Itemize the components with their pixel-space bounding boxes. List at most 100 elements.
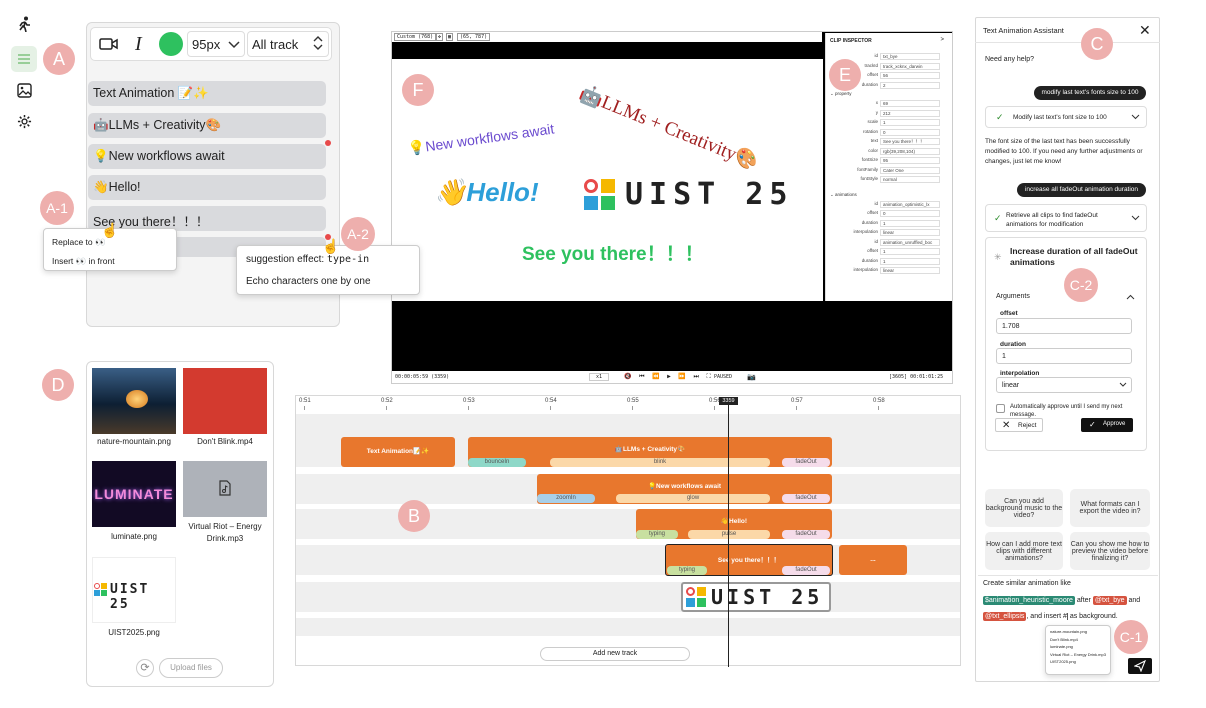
- preview-uist-text[interactable]: UIST 25: [625, 177, 793, 212]
- anim-zoom[interactable]: zoomIn: [537, 494, 595, 503]
- inspector-value[interactable]: normal: [880, 176, 940, 183]
- media-thumb-uist[interactable]: UIST 25: [92, 557, 176, 623]
- inspector-section-header[interactable]: ⌄ animations: [830, 192, 857, 198]
- font-size-select[interactable]: 95px: [187, 31, 245, 57]
- chevron-down-icon[interactable]: [1131, 114, 1140, 122]
- inspector-value[interactable]: 212: [880, 109, 940, 117]
- preview-canvas[interactable]: 🤖LLMs + Creativity🎨 💡New workflows await…: [392, 59, 823, 301]
- grid-tool-icon[interactable]: ▦: [446, 33, 454, 41]
- chip-txt-ellipsis[interactable]: @txt_ellipsis: [983, 612, 1027, 621]
- media-thumb-audio[interactable]: [183, 461, 267, 517]
- anim-typing[interactable]: typing: [667, 566, 707, 575]
- media-thumb-blink[interactable]: [183, 368, 267, 434]
- color-swatch-button[interactable]: [159, 32, 183, 56]
- playback-controls-icon[interactable]: 🔇 ⏮ ⏪ ▶ ⏩ ⏭ ⛶: [624, 373, 713, 381]
- inspector-value[interactable]: track_xcknx_darwin: [880, 62, 940, 70]
- inspector-value[interactable]: linear: [880, 229, 940, 236]
- clip-ellipsis[interactable]: ...: [839, 545, 907, 575]
- chevron-up-icon[interactable]: [1126, 291, 1135, 303]
- suggestion-chip[interactable]: What formats can I export the video in?: [1070, 489, 1150, 527]
- clip-uist-image[interactable]: UIST 25: [681, 582, 831, 612]
- resolution-select[interactable]: Custom (768): [394, 33, 437, 41]
- preview-uist-logo-icon[interactable]: [584, 179, 616, 211]
- text-list-item[interactable]: 👋Hello!: [88, 175, 326, 200]
- menu-icon[interactable]: [11, 46, 37, 72]
- anim-fadeout[interactable]: fadeOut: [782, 494, 830, 503]
- chip-animation[interactable]: $animation_heuristic_moore: [983, 596, 1075, 605]
- reject-button[interactable]: ✕ Reject: [995, 418, 1043, 432]
- text-list-item[interactable]: 🤖LLMs + Creativity🎨: [88, 113, 326, 138]
- suggestion-dot[interactable]: [325, 140, 331, 146]
- approve-button[interactable]: ✓ Approve: [1081, 418, 1133, 432]
- replace-menu-item[interactable]: Replace to 👀: [52, 237, 106, 248]
- timeline-track[interactable]: [296, 618, 960, 636]
- suggestion-chip[interactable]: Can you add background music to the vide…: [985, 489, 1063, 527]
- timeline-track[interactable]: [296, 509, 960, 539]
- upload-files-button[interactable]: Upload files: [159, 658, 223, 678]
- anim-blink[interactable]: blink: [550, 458, 770, 467]
- inspector-value[interactable]: 2: [880, 81, 940, 89]
- refresh-icon[interactable]: ⟳: [136, 659, 154, 677]
- mention-option[interactable]: nature-mountain.png: [1050, 628, 1106, 636]
- inspector-value[interactable]: Cater One: [880, 166, 940, 174]
- suggestion-chip[interactable]: How can I add more text clips with diffe…: [985, 532, 1063, 570]
- offset-input[interactable]: 1.708: [996, 318, 1132, 334]
- inspector-value[interactable]: 1: [880, 219, 940, 227]
- anim-glow[interactable]: glow: [616, 494, 770, 503]
- inspector-value[interactable]: 1: [880, 257, 940, 265]
- anim-fadeout[interactable]: fadeOut: [782, 458, 830, 467]
- mention-option[interactable]: UIST2025.png: [1050, 658, 1106, 666]
- italic-icon[interactable]: I: [135, 33, 142, 56]
- media-thumb-luminate[interactable]: LUMINATE: [92, 461, 176, 527]
- playhead-label[interactable]: 3359: [719, 397, 738, 405]
- tool-call-collapsed[interactable]: ✓ Retrieve all clips to find fadeOut ani…: [985, 204, 1147, 232]
- inspector-value[interactable]: 1: [880, 248, 940, 255]
- inspector-value[interactable]: See you there！！！: [880, 138, 940, 145]
- inspector-value[interactable]: linear: [880, 267, 940, 274]
- inspector-value[interactable]: 0: [880, 128, 940, 136]
- track-select[interactable]: All track: [247, 31, 329, 57]
- inspector-value[interactable]: 1: [880, 119, 940, 126]
- inspector-value[interactable]: rgb(39,208,104): [880, 147, 940, 155]
- runner-icon[interactable]: [14, 14, 34, 34]
- anim-bounce[interactable]: bounceIn: [468, 458, 526, 467]
- move-tool-icon[interactable]: ✥: [436, 33, 444, 41]
- inspector-value[interactable]: animation_unruffled_boc: [880, 238, 940, 246]
- image-icon[interactable]: [14, 80, 34, 100]
- mention-option[interactable]: luminate.png: [1050, 643, 1106, 651]
- close-icon[interactable]: ✕: [1139, 22, 1151, 39]
- mention-option[interactable]: Virtual Riot – Energy Drink.mp3: [1050, 651, 1106, 659]
- text-list-item[interactable]: 💡New workflows await: [88, 144, 326, 169]
- chip-txt-bye[interactable]: @txt_bye: [1092, 596, 1127, 605]
- send-button[interactable]: [1128, 658, 1152, 674]
- video-camera-icon[interactable]: [99, 36, 119, 55]
- inspector-section-header[interactable]: ⌄ property: [830, 91, 852, 97]
- preview-hello-text[interactable]: 👋Hello!: [434, 177, 539, 208]
- chevron-down-icon[interactable]: [1131, 215, 1140, 223]
- insert-menu-item[interactable]: Insert 👀 in front: [52, 256, 115, 267]
- playhead-line[interactable]: [728, 399, 729, 667]
- suggestion-chip[interactable]: Can you show me how to preview the video…: [1070, 532, 1150, 570]
- mention-option[interactable]: Don't Blink.mp4: [1050, 636, 1106, 644]
- inspector-value[interactable]: animation_optimistic_lx: [880, 200, 940, 208]
- gear-icon[interactable]: [14, 111, 34, 131]
- inspector-value[interactable]: 0: [880, 210, 940, 217]
- anim-typing[interactable]: typing: [636, 530, 678, 539]
- text-list-item[interactable]: Text Animation 📝✨: [88, 81, 326, 106]
- preview-workflows-text[interactable]: 💡New workflows await: [407, 120, 555, 157]
- inspector-value[interactable]: txt_bye: [880, 53, 940, 60]
- preview-llms-text[interactable]: 🤖LLMs + Creativity🎨: [576, 81, 762, 175]
- anim-pulse[interactable]: pulse: [688, 530, 770, 539]
- tool-call-collapsed[interactable]: ✓ Modify last text's font size to 100: [985, 106, 1147, 128]
- speed-select[interactable]: x1: [589, 373, 610, 381]
- clip-text-animation[interactable]: Text Animation📝✨: [341, 437, 455, 467]
- inspector-value[interactable]: 95: [880, 157, 940, 164]
- anim-fadeout[interactable]: fadeOut: [782, 566, 830, 575]
- auto-approve-checkbox[interactable]: [996, 404, 1005, 413]
- inspector-value[interactable]: 69: [880, 100, 940, 107]
- camera-icon[interactable]: 📷: [747, 373, 756, 381]
- add-new-track-button[interactable]: Add new track: [540, 647, 690, 661]
- inspector-close-arrow[interactable]: >: [940, 37, 944, 43]
- anim-fadeout[interactable]: fadeOut: [782, 530, 830, 539]
- duration-input[interactable]: 1: [996, 348, 1132, 364]
